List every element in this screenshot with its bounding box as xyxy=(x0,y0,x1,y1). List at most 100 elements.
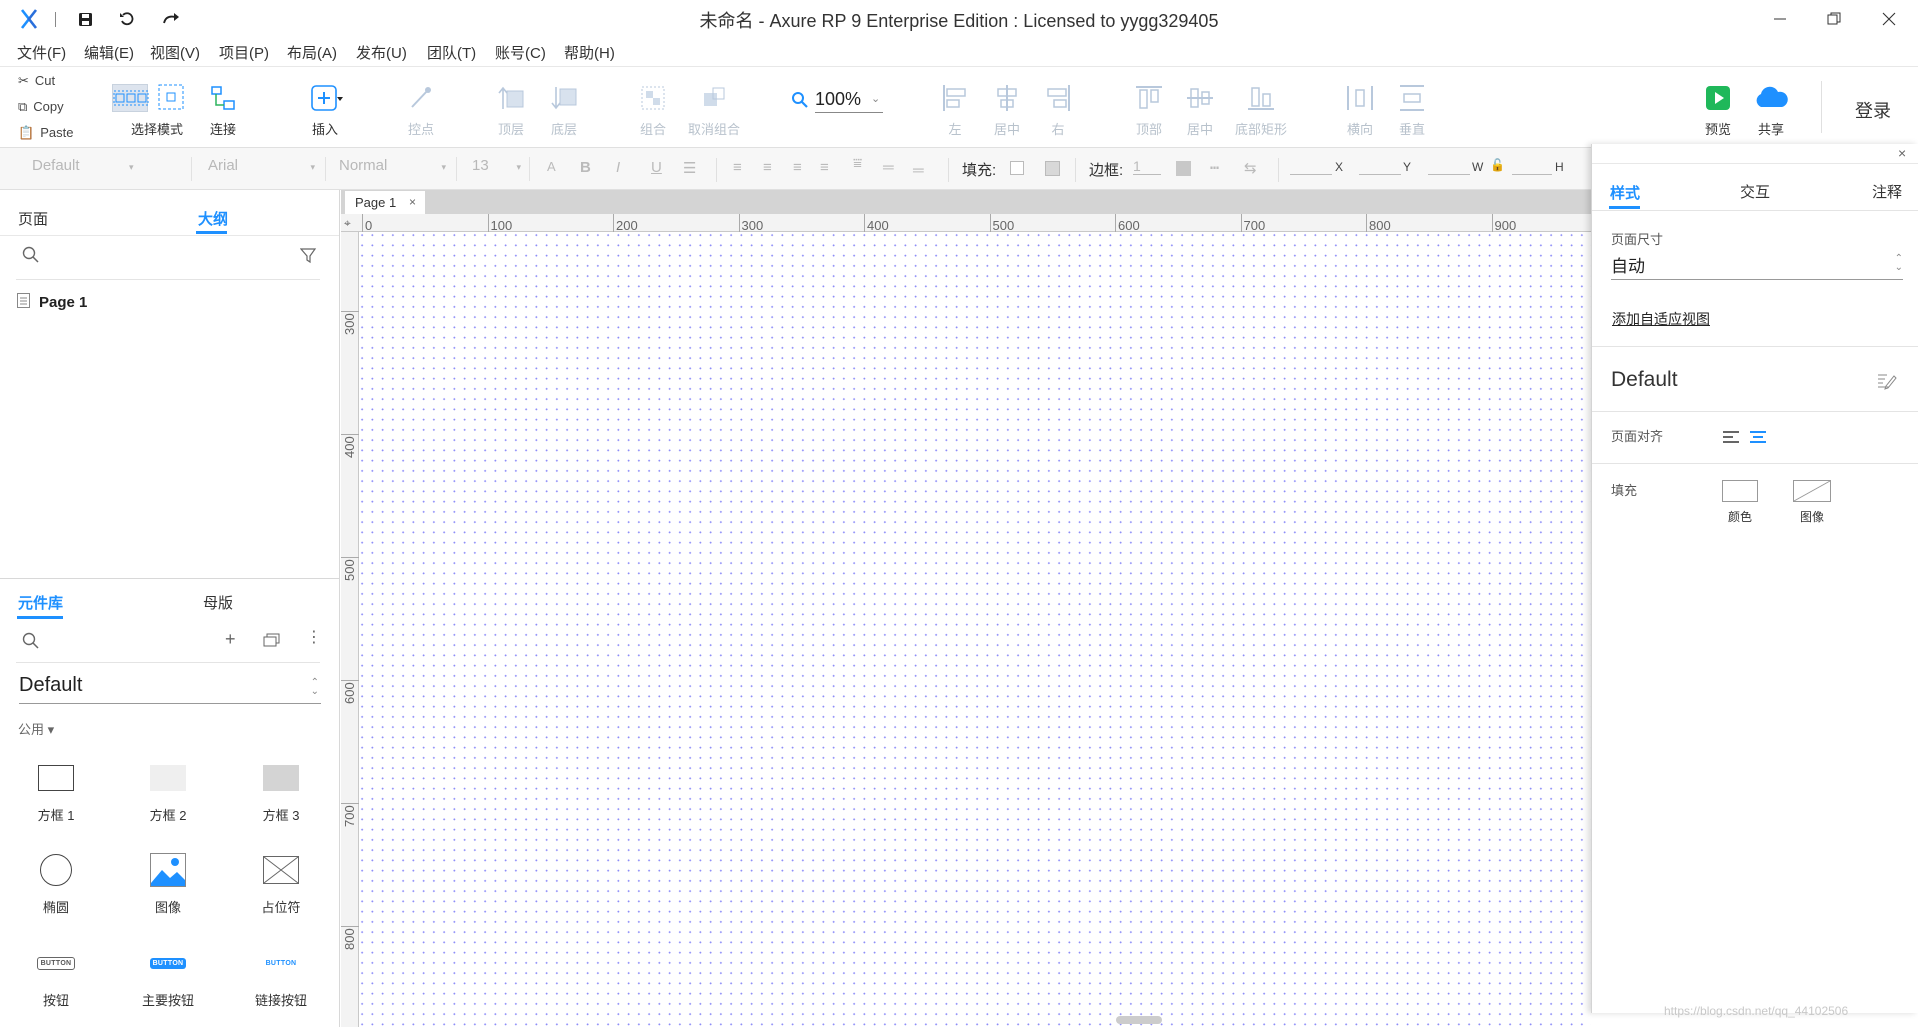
tab-masters[interactable]: 母版 xyxy=(203,592,233,613)
select-mode-tool[interactable]: 选择模式 xyxy=(106,67,190,149)
weight-select[interactable]: Normal ▾ xyxy=(337,157,457,181)
filter-icon[interactable] xyxy=(299,248,318,267)
menu-publish[interactable]: 发布(U) xyxy=(356,42,407,63)
add-library-icon[interactable]: + xyxy=(225,629,236,650)
share-button[interactable]: 共享 xyxy=(1751,67,1791,149)
border-width-input[interactable]: 1 xyxy=(1133,158,1161,175)
tab-style[interactable]: 样式 xyxy=(1610,182,1640,203)
lock-icon[interactable]: 🔓 xyxy=(1490,158,1505,172)
top-layer-tool[interactable]: 顶层 xyxy=(496,67,526,149)
widget-button[interactable]: BUTTON 按钮 xyxy=(6,940,106,1009)
italic-icon[interactable]: I xyxy=(616,159,620,176)
paste-button[interactable]: 📋 Paste xyxy=(4,120,92,145)
arrow-style-icon[interactable]: ⇆ xyxy=(1244,159,1257,177)
x-input[interactable] xyxy=(1290,174,1332,175)
menu-help[interactable]: 帮助(H) xyxy=(564,42,615,63)
text-align-center-icon[interactable]: ≡ xyxy=(763,159,772,176)
valign-top-icon[interactable]: ⩸ xyxy=(853,155,862,172)
page-tab[interactable]: Page 1 × xyxy=(345,191,425,214)
border-color-icon[interactable] xyxy=(1176,161,1191,176)
valign-bottom-icon[interactable]: ═ xyxy=(913,162,924,179)
menu-project[interactable]: 项目(P) xyxy=(219,42,269,63)
menu-team[interactable]: 团队(T) xyxy=(427,42,476,63)
library-search-icon[interactable] xyxy=(22,632,40,653)
widget-primary-button[interactable]: BUTTON 主要按钮 xyxy=(118,940,218,1009)
align-middle-tool[interactable]: 居中 xyxy=(1185,67,1215,149)
text-align-right-icon[interactable]: ≡ xyxy=(793,159,802,176)
widget-box1[interactable]: 方框 1 xyxy=(6,755,106,824)
add-adaptive-view-link[interactable]: 添加自适应视图 xyxy=(1612,309,1710,329)
close-tab-icon[interactable]: × xyxy=(409,195,416,209)
group-tool[interactable]: 组合 xyxy=(638,67,668,149)
design-canvas-grid[interactable] xyxy=(360,233,1591,1027)
horizontal-ruler[interactable]: ⌖ 0 100 200 300 400 500 600 700 800 900 xyxy=(341,214,1591,233)
library-collection-icon[interactable] xyxy=(263,633,281,650)
tab-library[interactable]: 元件库 xyxy=(18,592,63,613)
menu-edit[interactable]: 编辑(E) xyxy=(84,42,134,63)
insert-tool[interactable]: 插入 xyxy=(300,67,350,149)
underline-icon[interactable]: U xyxy=(651,159,662,176)
menu-account[interactable]: 账号(C) xyxy=(495,42,546,63)
login-button[interactable]: 登录 xyxy=(1855,97,1891,123)
page-align-center-icon[interactable] xyxy=(1749,430,1767,447)
valign-middle-icon[interactable]: ═ xyxy=(883,159,894,176)
align-left-tool[interactable]: 左 xyxy=(940,67,970,149)
zoom-control[interactable]: 100% ⌄ xyxy=(791,89,884,113)
bold-icon[interactable]: B xyxy=(580,159,591,176)
fill-image-button[interactable]: 图像 xyxy=(1792,480,1832,525)
font-color-icon[interactable]: A xyxy=(547,159,556,174)
page-align-left-icon[interactable] xyxy=(1722,430,1740,447)
select-intersect-icon[interactable] xyxy=(112,84,149,112)
style-select[interactable]: Default ▾ xyxy=(16,157,192,181)
text-justify-icon[interactable]: ≡ xyxy=(820,159,829,176)
menu-view[interactable]: 视图(V) xyxy=(150,42,200,63)
page-size-select[interactable]: 自动 ⌃ ⌄ xyxy=(1611,252,1903,280)
bullet-list-icon[interactable]: ☰ xyxy=(683,159,696,177)
shadow-icon[interactable] xyxy=(1045,161,1060,176)
tab-interactions[interactable]: 交互 xyxy=(1740,181,1770,202)
ungroup-tool[interactable]: 取消组合 xyxy=(688,67,740,149)
fill-color-swatch[interactable] xyxy=(1010,161,1024,175)
y-input[interactable] xyxy=(1359,174,1401,175)
tab-pages[interactable]: 页面 xyxy=(18,208,48,229)
bottom-layer-tool[interactable]: 底层 xyxy=(549,67,579,149)
widget-placeholder[interactable]: 占位符 xyxy=(231,847,331,916)
w-input[interactable] xyxy=(1428,174,1470,175)
points-tool[interactable]: 控点 xyxy=(406,67,436,149)
fill-color-button[interactable]: 颜色 xyxy=(1720,480,1760,525)
widget-ellipse[interactable]: 椭圆 xyxy=(6,847,106,916)
outline-page-item[interactable]: Page 1 xyxy=(17,293,87,311)
distribute-v-tool[interactable]: 垂直 xyxy=(1397,67,1427,149)
widget-box2[interactable]: 方框 2 xyxy=(118,755,218,824)
border-style-icon[interactable]: ┅ xyxy=(1210,159,1219,177)
cut-button[interactable]: ✂ Cut xyxy=(4,68,92,93)
edit-style-icon[interactable] xyxy=(1877,372,1897,393)
h-input[interactable] xyxy=(1512,174,1552,175)
tab-notes[interactable]: 注释 xyxy=(1872,181,1902,202)
horizontal-scrollbar[interactable] xyxy=(1116,1016,1162,1024)
text-align-left-icon[interactable]: ≡ xyxy=(733,159,742,176)
outline-search-icon[interactable] xyxy=(22,246,40,267)
restore-button[interactable] xyxy=(1821,6,1847,32)
size-select[interactable]: 13 ▾ xyxy=(470,157,530,181)
more-options-icon[interactable]: ⋮ xyxy=(306,630,322,646)
widget-link-button[interactable]: BUTTON 链接按钮 xyxy=(231,940,331,1009)
connect-tool[interactable]: 连接 xyxy=(206,67,240,149)
close-panel-icon[interactable]: × xyxy=(1898,145,1906,161)
copy-button[interactable]: ⧉ Copy xyxy=(4,94,92,119)
minimize-button[interactable] xyxy=(1767,6,1793,32)
close-window-button[interactable] xyxy=(1876,6,1902,32)
align-center-tool[interactable]: 居中 xyxy=(990,67,1024,149)
align-right-tool[interactable]: 右 xyxy=(1043,67,1073,149)
menu-file[interactable]: 文件(F) xyxy=(17,42,66,63)
menu-layout[interactable]: 布局(A) xyxy=(287,42,337,63)
widget-box3[interactable]: 方框 3 xyxy=(231,755,331,824)
font-select[interactable]: Arial ▾ xyxy=(206,157,326,181)
select-contain-icon[interactable] xyxy=(158,84,184,113)
preview-button[interactable]: 预览 xyxy=(1703,67,1733,149)
distribute-h-tool[interactable]: 横向 xyxy=(1345,67,1375,149)
align-bottom-tool[interactable]: 底部矩形 xyxy=(1234,67,1288,149)
category-toggle[interactable]: 公用 ▾ xyxy=(18,719,54,738)
tab-outline[interactable]: 大纲 xyxy=(198,208,228,229)
vertical-ruler[interactable]: 300 400 500 600 700 800 xyxy=(341,232,359,1027)
